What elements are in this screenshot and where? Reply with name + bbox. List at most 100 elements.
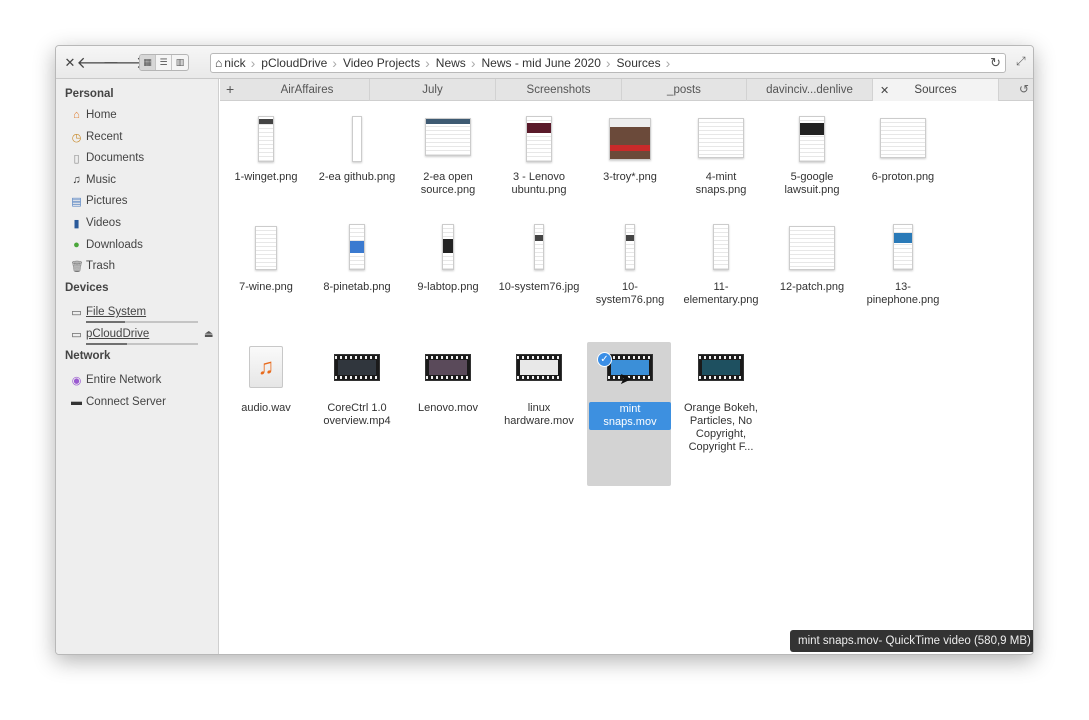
file-item[interactable]: 10-system76.png	[589, 224, 671, 334]
tab-bar: + AirAffaires July Screenshots _posts da…	[220, 79, 1033, 101]
file-item[interactable]: 13-pinephone.png	[862, 224, 944, 334]
sidebar-item-documents[interactable]: ▯ Documents	[70, 149, 144, 167]
recent-icon: ◷	[71, 131, 82, 144]
reload-icon[interactable]: ↻	[990, 55, 1001, 71]
breadcrumb-item[interactable]: pCloudDrive ›	[261, 54, 343, 72]
file-item[interactable]: 2-ea github.png	[316, 116, 398, 216]
file-item[interactable]: 10-system76.jpg	[498, 224, 580, 334]
file-item[interactable]: ♫ audio.wav	[225, 346, 307, 456]
header-bar: ✕ 🡐 🡒 ▦ ☰ ▥ ⌂ nick › pCloudDrive › Video P…	[56, 46, 1033, 79]
home-icon: ⌂	[215, 56, 223, 70]
file-item[interactable]: 4-mint snaps.png	[680, 116, 762, 216]
server-icon: ▬	[71, 396, 82, 408]
file-item[interactable]: linux hardware.mov	[498, 346, 580, 456]
file-item[interactable]: 3-troy*.png	[589, 116, 671, 216]
image-thumbnail	[526, 116, 552, 162]
file-item[interactable]: 9-labtop.png	[407, 224, 489, 334]
image-thumbnail	[442, 224, 454, 270]
sidebar-item-file-system[interactable]: ▭ File System	[70, 303, 146, 321]
sidebar-item-connect-server[interactable]: ▬ Connect Server	[70, 393, 166, 411]
tab-airaffaires[interactable]: AirAffaires	[245, 79, 370, 101]
file-item[interactable]: 2-ea open source.png	[407, 116, 489, 216]
image-thumbnail	[609, 118, 651, 160]
image-thumbnail	[880, 118, 926, 158]
breadcrumb-item-current[interactable]: Sources ›	[617, 54, 677, 72]
sidebar-item-entire-network[interactable]: ◉ Entire Network	[70, 371, 162, 389]
image-thumbnail	[352, 116, 362, 162]
sidebar-item-music[interactable]: ♫ Music	[70, 171, 116, 189]
breadcrumb-item-home[interactable]: ⌂ nick ›	[215, 54, 261, 72]
image-thumbnail	[789, 226, 835, 270]
tab-screenshots[interactable]: Screenshots	[496, 79, 622, 101]
video-thumbnail	[425, 354, 471, 381]
new-tab-icon[interactable]: +	[226, 81, 234, 97]
image-thumbnail	[698, 118, 744, 158]
video-thumbnail	[698, 354, 744, 381]
history-icon[interactable]: ↺	[1019, 82, 1029, 96]
list-view-icon[interactable]: ☰	[156, 55, 172, 70]
column-view-icon[interactable]: ▥	[172, 55, 188, 70]
image-thumbnail	[425, 118, 471, 156]
downloads-icon: ●	[73, 239, 80, 251]
file-item[interactable]: 11-elementary.png	[680, 224, 762, 334]
video-thumbnail	[516, 354, 562, 381]
breadcrumb[interactable]: ⌂ nick › pCloudDrive › Video Projects › New…	[210, 53, 1006, 73]
documents-icon: ▯	[73, 152, 80, 165]
selected-file-label: mint snaps.mov	[589, 402, 671, 430]
file-item[interactable]: Lenovo.mov	[407, 346, 489, 456]
pclouddrive-usage-bar	[86, 343, 198, 345]
file-item[interactable]: 1-winget.png	[225, 116, 307, 216]
sidebar-heading-network: Network	[65, 350, 111, 362]
file-item[interactable]: 8-pinetab.png	[316, 224, 398, 334]
sidebar: Personal ⌂ Home ◷ Recent ▯ Documents ♫ Music…	[56, 79, 219, 654]
music-icon: ♫	[72, 174, 81, 186]
file-item[interactable]: 12-patch.png	[771, 224, 853, 334]
file-item[interactable]: 3 - Lenovo ubuntu.png	[498, 116, 580, 216]
file-item[interactable]: 5-google lawsuit.png	[771, 116, 853, 216]
breadcrumb-item[interactable]: News - mid June 2020 ›	[481, 54, 616, 72]
breadcrumb-item[interactable]: News ›	[436, 54, 482, 72]
sidebar-item-pictures[interactable]: ▤ Pictures	[70, 192, 127, 210]
file-item[interactable]: CoreCtrl 1.0 overview.mp4	[316, 346, 398, 456]
icon-view-icon[interactable]: ▦	[140, 55, 156, 70]
file-info-tooltip: mint snaps.mov- QuickTime video (580,9 M…	[790, 630, 1033, 652]
image-thumbnail	[625, 224, 635, 270]
usage-fill	[86, 343, 128, 345]
video-thumbnail	[334, 354, 380, 381]
file-item[interactable]: 6-proton.png	[862, 116, 944, 216]
sidebar-item-home[interactable]: ⌂ Home	[70, 106, 117, 124]
checkmark-icon[interactable]: ✓	[597, 352, 612, 367]
breadcrumb-item[interactable]: Video Projects ›	[343, 54, 436, 72]
image-thumbnail	[255, 226, 277, 270]
close-tab-icon[interactable]: ✕	[880, 84, 889, 97]
forward-arrow-icon[interactable]: 🡒	[103, 52, 146, 73]
mouse-pointer-icon: ➤	[619, 371, 633, 388]
sidebar-item-videos[interactable]: ▮ Videos	[70, 214, 121, 232]
tab-july[interactable]: July	[370, 79, 496, 101]
file-item[interactable]: 7-wine.png	[225, 224, 307, 334]
file-system-usage-bar	[86, 321, 198, 323]
trash-icon: 🗑	[70, 260, 84, 273]
eject-icon[interactable]: ⏏	[204, 329, 213, 340]
pictures-icon: ▤	[71, 195, 82, 208]
file-item-selected[interactable]: ✓ ➤ mint snaps.mov	[587, 342, 671, 486]
image-thumbnail	[799, 116, 825, 162]
image-thumbnail	[893, 224, 913, 270]
sidebar-item-pclouddrive[interactable]: ▭ pCloudDrive	[70, 325, 149, 343]
tab-posts[interactable]: _posts	[622, 79, 747, 101]
sidebar-item-downloads[interactable]: ● Downloads	[70, 236, 143, 254]
tab-davinci-kdenlive[interactable]: davinciv...denlive	[747, 79, 873, 101]
image-thumbnail	[534, 224, 544, 270]
drive-icon: ▭	[71, 306, 82, 319]
tab-sources[interactable]: ✕ Sources	[873, 79, 999, 101]
image-thumbnail	[713, 224, 729, 270]
drive-icon: ▭	[71, 328, 82, 341]
sidebar-item-recent[interactable]: ◷ Recent	[70, 128, 123, 146]
file-item[interactable]: Orange Bokeh, Particles, No Copyright, C…	[680, 346, 762, 476]
sidebar-item-trash[interactable]: 🗑 Trash	[70, 257, 115, 275]
image-thumbnail	[258, 116, 274, 162]
sidebar-heading-personal: Personal	[65, 88, 114, 100]
maximize-icon[interactable]: ⤢	[1016, 54, 1026, 69]
music-note-icon: ♫	[249, 346, 283, 388]
file-manager-window: ✕ 🡐 🡒 ▦ ☰ ▥ ⌂ nick › pCloudDrive › Video P…	[55, 45, 1034, 655]
